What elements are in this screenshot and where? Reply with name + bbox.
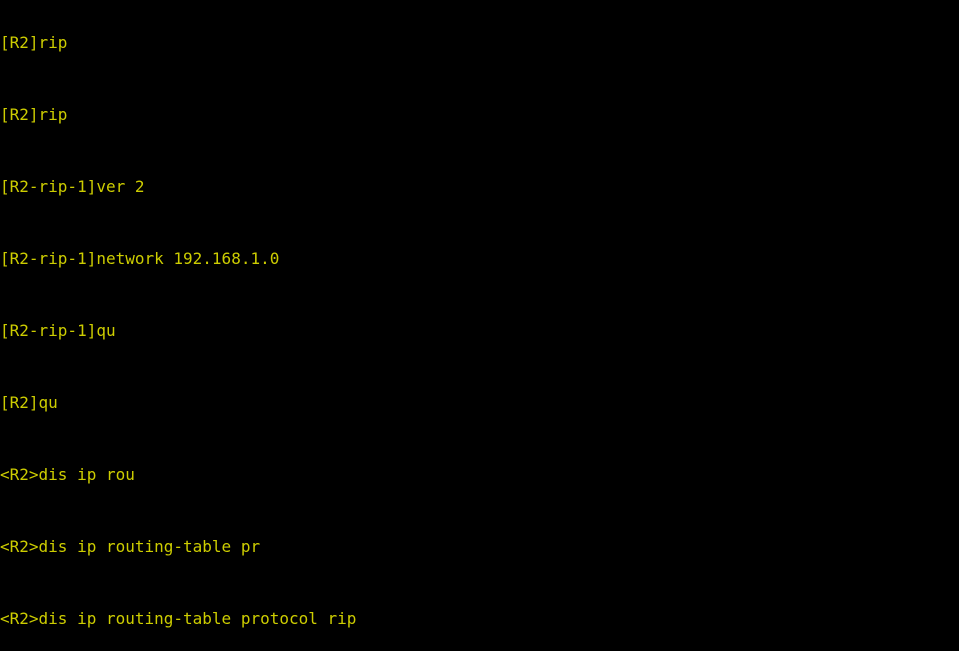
terminal-line: <R2>dis ip routing-table protocol rip: [0, 609, 357, 628]
terminal-line: <R2>dis ip routing-table pr: [0, 537, 261, 556]
terminal-line: [R2-rip-1]qu: [0, 321, 116, 340]
terminal-line: [R2]rip: [0, 105, 68, 124]
terminal-screen[interactable]: [R2]rip [R2]rip [R2-rip-1]ver 2 [R2-rip-…: [0, 0, 959, 651]
terminal-line: <R2>dis ip rou: [0, 465, 135, 484]
terminal-line: [R2-rip-1]ver 2: [0, 177, 145, 196]
terminal-line: [R2-rip-1]network 192.168.1.0: [0, 249, 280, 268]
terminal-window[interactable]: [R2]rip [R2]rip [R2-rip-1]ver 2 [R2-rip-…: [0, 0, 959, 651]
terminal-line: [R2]rip: [0, 33, 68, 52]
terminal-line: [R2]qu: [0, 393, 58, 412]
